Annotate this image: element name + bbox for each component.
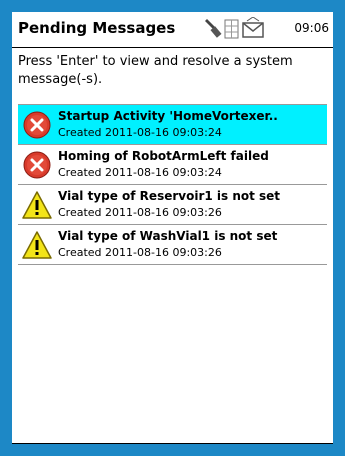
instruction-text: Press 'Enter' to view and resolve a syst… [18, 54, 293, 87]
footer-divider [12, 443, 333, 444]
error-icon [23, 111, 51, 139]
message-created: Created 2011-08-16 09:03:26 [58, 206, 222, 219]
warning-icon [22, 191, 52, 219]
error-icon [23, 151, 51, 179]
page-title: Pending Messages [18, 19, 176, 37]
message-title: Homing of RobotArmLeft failed [58, 149, 269, 163]
message-row[interactable]: Vial type of WashVial1 is not set Create… [18, 225, 327, 265]
header-bar: Pending Messages 09:06 [12, 12, 333, 48]
message-row[interactable]: Startup Activity 'HomeVortexer.. Created… [18, 105, 327, 145]
message-list[interactable]: Startup Activity 'HomeVortexer.. Created… [18, 104, 327, 285]
status-grid-icon [224, 19, 239, 39]
message-title: Vial type of WashVial1 is not set [58, 229, 278, 243]
status-icons [205, 17, 264, 39]
message-created: Created 2011-08-16 09:03:26 [58, 246, 222, 259]
message-row[interactable]: Vial type of Reservoir1 is not set Creat… [18, 185, 327, 225]
clock: 09:06 [294, 21, 329, 35]
mail-icon [242, 17, 264, 38]
message-title: Vial type of Reservoir1 is not set [58, 189, 281, 203]
message-created: Created 2011-08-16 09:03:24 [58, 166, 222, 179]
message-row[interactable]: Homing of RobotArmLeft failed Created 20… [18, 145, 327, 185]
message-title: Startup Activity 'HomeVortexer.. [58, 109, 278, 123]
wrench-icon [205, 19, 222, 38]
warning-icon [22, 231, 52, 259]
message-created: Created 2011-08-16 09:03:24 [58, 126, 222, 139]
